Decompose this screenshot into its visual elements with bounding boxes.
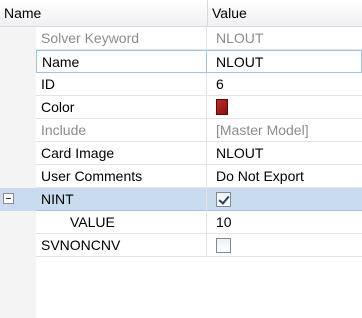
row-card-image[interactable]: Card Image NLOUT xyxy=(0,142,362,165)
row-label: Solver Keyword xyxy=(36,27,207,50)
row-label: Include xyxy=(36,119,207,142)
include-value: [Master Model] xyxy=(207,119,362,142)
svnoncnv-value[interactable] xyxy=(207,234,362,257)
row-label: ID xyxy=(36,73,207,96)
row-value[interactable]: VALUE 10 xyxy=(0,211,362,234)
row-user-comments[interactable]: User Comments Do Not Export xyxy=(0,165,362,188)
row-label: SVNONCNV xyxy=(36,234,207,257)
row-label: User Comments xyxy=(36,165,207,188)
row-label: Card Image xyxy=(36,142,207,165)
name-value-field[interactable]: NLOUT xyxy=(207,50,362,73)
row-name[interactable]: Name NLOUT xyxy=(0,50,362,73)
svnoncnv-checkbox[interactable] xyxy=(216,237,231,253)
color-swatch-icon[interactable] xyxy=(216,99,228,116)
collapse-icon[interactable] xyxy=(3,193,14,204)
nint-checkbox[interactable] xyxy=(216,191,231,207)
name-column-header[interactable]: Name xyxy=(4,5,41,21)
row-id[interactable]: ID 6 xyxy=(0,73,362,96)
value-value-field[interactable]: 10 xyxy=(207,211,362,234)
row-nint[interactable]: NINT xyxy=(0,188,362,211)
row-include[interactable]: Include [Master Model] xyxy=(0,119,362,142)
row-svnoncnv[interactable]: SVNONCNV xyxy=(0,234,362,257)
card-image-value[interactable]: NLOUT xyxy=(207,142,362,165)
user-comments-value[interactable]: Do Not Export xyxy=(207,165,362,188)
grid-header: Name Value xyxy=(0,0,362,27)
property-grid: Name Value Solver Keyword NLOUT Name NLO… xyxy=(0,0,362,318)
id-value-field[interactable]: 6 xyxy=(207,73,362,96)
color-value[interactable] xyxy=(207,96,362,119)
column-divider[interactable] xyxy=(207,0,208,26)
row-label: VALUE xyxy=(36,211,207,234)
value-column-header[interactable]: Value xyxy=(212,5,247,21)
row-label: Color xyxy=(36,96,207,119)
row-color[interactable]: Color xyxy=(0,96,362,119)
nint-value[interactable] xyxy=(207,188,362,211)
row-value: NLOUT xyxy=(207,27,362,50)
row-solver-keyword[interactable]: Solver Keyword NLOUT xyxy=(0,27,362,50)
row-label: NINT xyxy=(36,188,207,211)
row-label: Name xyxy=(36,50,207,73)
